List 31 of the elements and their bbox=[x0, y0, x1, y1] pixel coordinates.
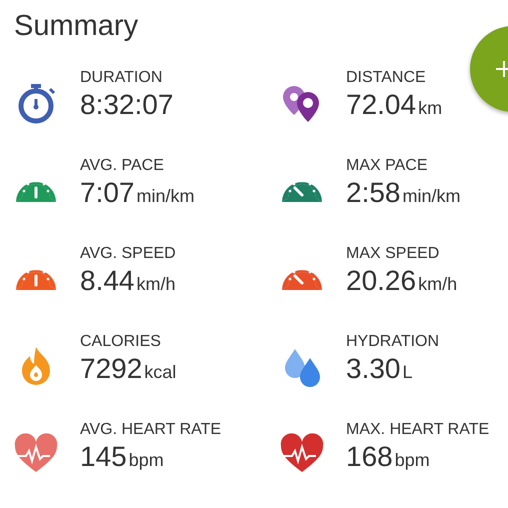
stat-value: 3.30 bbox=[346, 352, 400, 386]
stat-unit: km/h bbox=[136, 274, 176, 295]
stat-unit: L bbox=[402, 362, 413, 383]
stat-unit: km/h bbox=[418, 274, 458, 295]
stat-unit: min/km bbox=[402, 186, 460, 207]
stat-unit: min/km bbox=[136, 186, 194, 207]
stat-label: DURATION bbox=[80, 68, 164, 88]
stat-unit: km bbox=[418, 98, 442, 119]
stat-value: 168 bbox=[346, 440, 393, 474]
plus-icon bbox=[496, 61, 508, 77]
stat-label: AVG. SPEED bbox=[80, 244, 176, 264]
stat-label: DISTANCE bbox=[346, 68, 427, 88]
summary-title: Summary bbox=[14, 9, 138, 44]
stat-label: CALORIES bbox=[80, 332, 162, 352]
stat-value: 145 bbox=[80, 440, 127, 474]
stat-value: 8.44 bbox=[80, 264, 134, 298]
stat-label: MAX SPEED bbox=[346, 244, 440, 264]
stat-label: AVG. HEART RATE bbox=[80, 420, 222, 440]
stat-value: 7:07 bbox=[80, 176, 134, 210]
stat-label: HYDRATION bbox=[346, 332, 440, 352]
stat-label: MAX. HEART RATE bbox=[346, 420, 490, 440]
stat-unit: bpm bbox=[128, 450, 164, 471]
stat-label: MAX PACE bbox=[346, 156, 428, 176]
stat-value: 8:32:07 bbox=[80, 88, 174, 122]
stat-unit: bpm bbox=[394, 450, 430, 471]
stat-unit: kcal bbox=[144, 362, 176, 383]
stat-label: AVG. PACE bbox=[80, 156, 165, 176]
stat-value: 7292 bbox=[80, 352, 142, 386]
stat-value: 20.26 bbox=[346, 264, 416, 298]
stat-value: 72.04 bbox=[346, 88, 416, 122]
stat-value: 2:58 bbox=[346, 176, 400, 210]
